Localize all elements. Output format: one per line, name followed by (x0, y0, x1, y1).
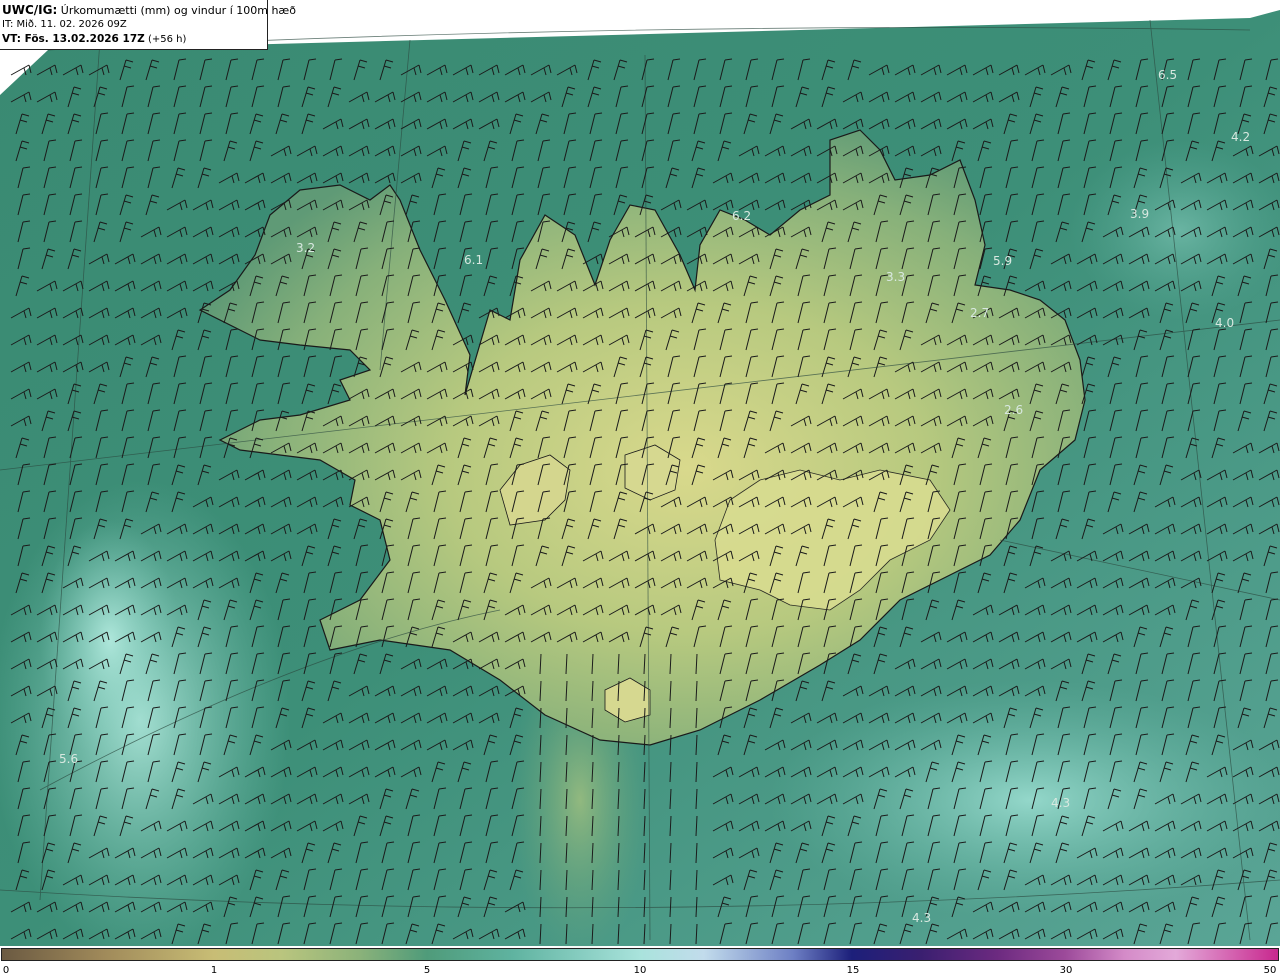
map-viewer: 3.2 6.1 6.2 3.3 5.9 2.7 2.6 6.5 4.2 3.9 … (0, 0, 1280, 978)
colorbar-strip (1, 948, 1279, 961)
colorbar-tick-label: 0 (2, 965, 10, 976)
value-label: 3.2 (296, 241, 315, 255)
value-label: 5.9 (993, 254, 1012, 268)
model-name: UWC/IG: (2, 3, 58, 17)
init-time: IT: Mið. 11. 02. 2026 09Z (2, 19, 127, 30)
colorbar-tick-label: 50 (1263, 965, 1277, 976)
value-label: 3.9 (1130, 207, 1149, 221)
value-label: 4.3 (912, 911, 931, 925)
value-label: 6.5 (1158, 68, 1177, 82)
value-label: 4.3 (1051, 796, 1070, 810)
value-label: 6.1 (464, 253, 483, 267)
colorbar-tick-label: 10 (633, 965, 647, 976)
valid-prefix: VT: (2, 33, 21, 45)
field-name: Úrkomumætti (mm) og vindur í 100m hæð (60, 4, 296, 17)
colorbar: 0 1 5 10 15 30 50 (0, 948, 1280, 978)
value-label: 3.3 (886, 270, 905, 284)
colorbar-tick-label: 30 (1059, 965, 1073, 976)
lead-time: (+56 h) (147, 34, 187, 45)
value-label: 2.7 (970, 306, 989, 320)
value-label: 4.2 (1231, 130, 1250, 144)
precipitation-wind-map: 3.2 6.1 6.2 3.3 5.9 2.7 2.6 6.5 4.2 3.9 … (0, 0, 1280, 948)
colorbar-tick-label: 15 (846, 965, 860, 976)
valid-time-line: VT: Fös. 13.02.2026 17Z (+56 h) (2, 32, 267, 47)
value-label: 4.0 (1215, 316, 1234, 330)
wet-plume-southeast (770, 680, 1280, 920)
colorbar-tick-label: 1 (210, 965, 218, 976)
title-line: UWC/IG: Úrkomumætti (mm) og vindur í 100… (2, 3, 296, 18)
value-label: 2.6 (1004, 403, 1023, 417)
value-label: 6.2 (732, 209, 751, 223)
valid-time: Fös. 13.02.2026 17Z (24, 33, 145, 45)
colorbar-tick-label: 5 (423, 965, 431, 976)
map-title-box: UWC/IG: Úrkomumætti (mm) og vindur í 100… (0, 0, 296, 50)
value-label: 5.6 (59, 752, 78, 766)
